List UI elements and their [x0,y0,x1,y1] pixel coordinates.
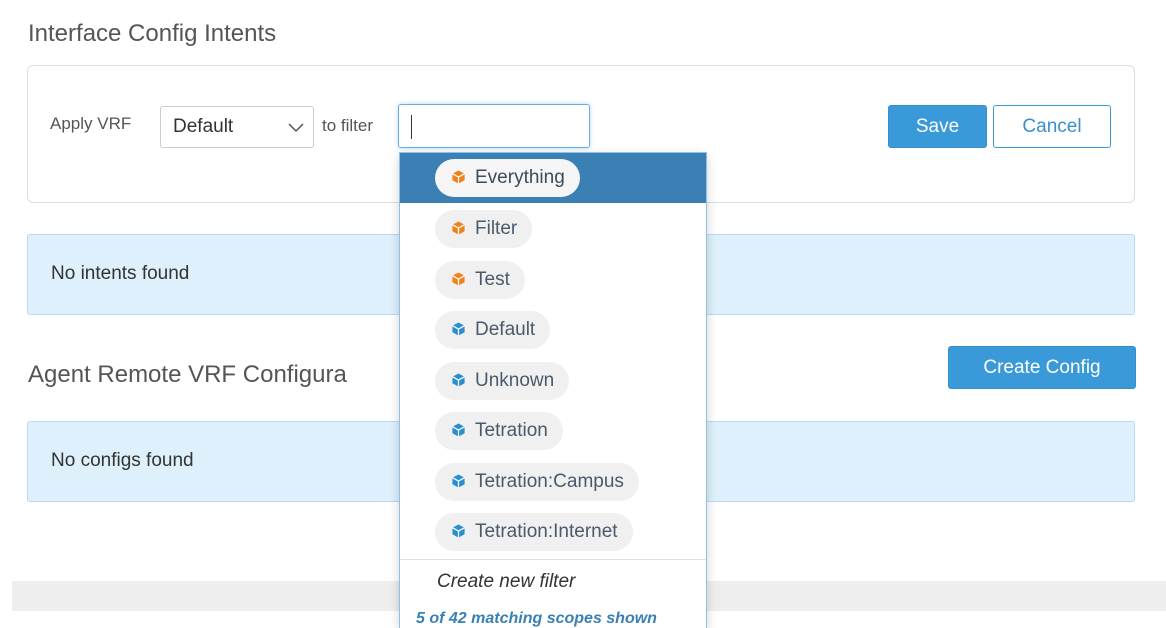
matching-scopes-count: 5 of 42 matching scopes shown [416,610,657,627]
cube-icon [452,221,465,235]
scope-option-label: Filter [475,218,518,239]
vrf-select[interactable]: Default [160,106,314,148]
cube-icon [452,373,465,387]
cube-icon [452,272,465,286]
scope-option-tetration-internet[interactable]: Tetration:Internet [435,513,633,551]
dropdown-divider [400,559,706,560]
cube-icon [452,170,465,184]
to-filter-label: to filter [322,116,374,135]
cube-icon [452,423,465,437]
scope-option-test[interactable]: Test [435,261,525,299]
apply-vrf-label: Apply VRF [50,114,132,133]
interface-section-title: Interface Config Intents [28,20,277,47]
cube-icon [452,474,465,488]
scope-option-label: Default [475,319,536,340]
scope-option-tetration[interactable]: Tetration [435,412,563,450]
cube-icon [452,524,465,538]
scope-option-unknown[interactable]: Unknown [435,362,570,400]
scope-option-label: Test [475,269,510,290]
scope-option-label: Tetration:Campus [475,471,624,492]
scope-option-label: Tetration [475,420,548,441]
scope-option-filter[interactable]: Filter [435,210,533,248]
scope-dropdown: Everything Filter Test Default Unknown T… [399,152,707,628]
configs-empty-message: No configs found [51,450,194,471]
chevron-down-icon [288,123,304,133]
scope-option-default[interactable]: Default [435,311,551,349]
create-config-button[interactable]: Create Config [948,346,1136,389]
vrf-select-value: Default [173,116,234,137]
page: Interface Config Intents Apply VRF Defau… [0,0,1166,628]
scope-option-label: Unknown [475,370,555,391]
scope-option-tetration-campus[interactable]: Tetration:Campus [435,463,639,501]
scope-option-label: Tetration:Internet [475,521,618,542]
agent-section-title: Agent Remote VRF Configura [28,361,347,388]
scope-option-everything[interactable]: Everything [435,159,580,197]
create-new-filter-option[interactable]: Create new filter [437,571,575,593]
intents-empty-message: No intents found [51,263,190,284]
scope-option-label: Everything [475,167,565,188]
save-button[interactable]: Save [888,105,987,148]
filter-input[interactable] [398,104,590,148]
text-caret [411,115,412,139]
cancel-button[interactable]: Cancel [993,105,1111,148]
cube-icon [452,322,465,336]
